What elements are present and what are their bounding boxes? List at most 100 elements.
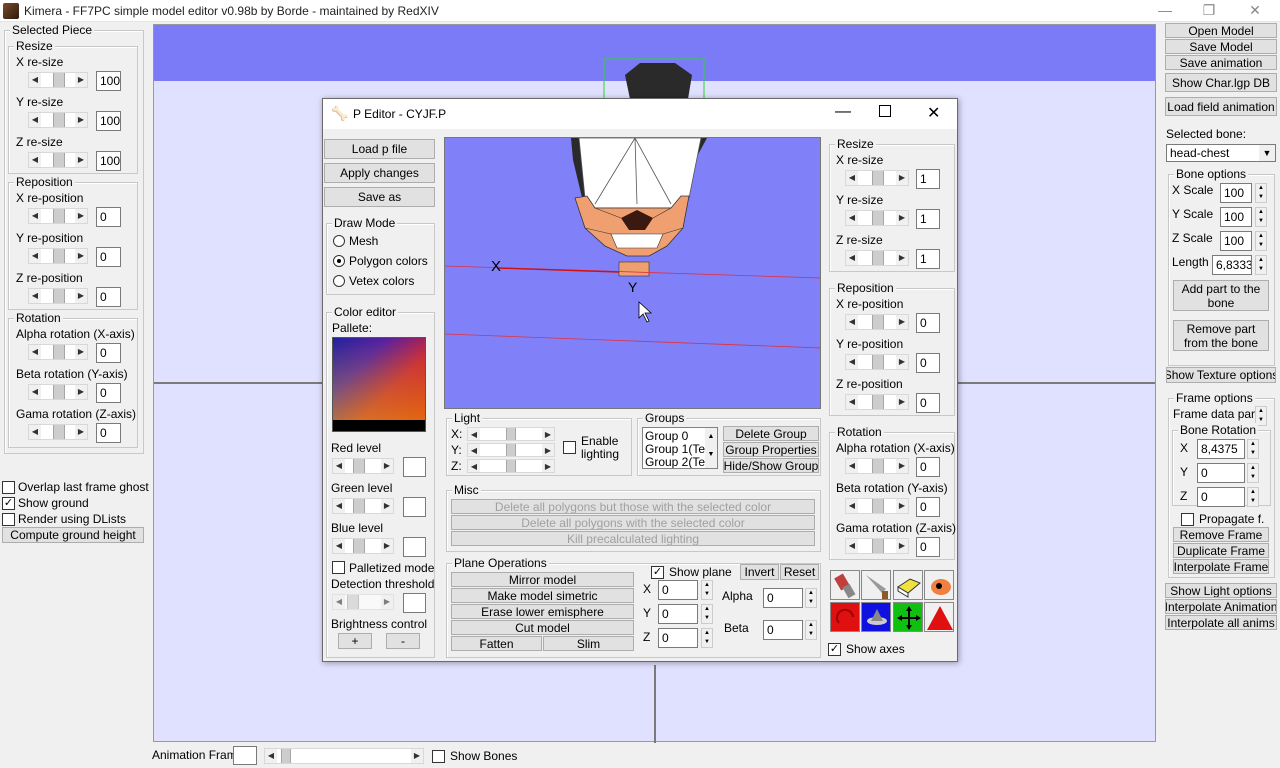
left-z-repos-slider[interactable]: ◀ ▶ — [28, 288, 88, 304]
hand-icon[interactable] — [924, 570, 954, 600]
p-editor-viewport[interactable]: X Y — [444, 137, 821, 409]
animation-frame-input[interactable] — [233, 746, 257, 765]
left-x-repos-slider[interactable]: ◀ ▶ — [28, 208, 88, 224]
p-editor-close-button[interactable]: ✕ — [927, 103, 940, 123]
left-y-resize-slider[interactable]: ◀ ▶ — [28, 112, 88, 128]
group-item-0[interactable]: Group 0 — [645, 429, 688, 443]
pe-z-repos-slider[interactable]: ◀ ▶ — [845, 394, 909, 410]
open-model-button[interactable]: Open Model — [1165, 23, 1277, 38]
left-y-repos-input[interactable]: 0 — [96, 247, 121, 267]
add-part-button[interactable]: Add part to the bone — [1173, 280, 1269, 311]
show-axes-checkbox[interactable]: ✓ — [828, 643, 841, 656]
light-z-slider[interactable]: ◀ ▶ — [467, 459, 555, 473]
pe-x-resize-input[interactable]: 1 — [916, 169, 940, 189]
pe-alpha-input[interactable]: 0 — [916, 457, 940, 477]
y-scale-spinner[interactable]: ▲ ▼ — [1255, 207, 1267, 227]
cut-model-button[interactable]: Cut model — [451, 620, 634, 635]
new-polygon-icon[interactable] — [924, 602, 954, 632]
palletized-checkbox[interactable] — [332, 561, 345, 574]
z-scale-spinner[interactable]: ▲ ▼ — [1255, 231, 1267, 251]
rot-y-input[interactable]: 0 — [1197, 463, 1245, 483]
light-y-slider[interactable]: ◀ ▶ — [467, 443, 555, 457]
show-char-db-button[interactable]: Show Char.lgp DB — [1165, 73, 1277, 92]
p-editor-maximize-button[interactable] — [879, 105, 891, 117]
polygon-colors-radio[interactable] — [333, 255, 345, 267]
detection-threshold-slider[interactable]: ◀ ▶ — [332, 594, 394, 610]
pe-gama-input[interactable]: 0 — [916, 537, 940, 557]
show-texture-options-button[interactable]: Show Texture options — [1166, 367, 1276, 383]
pe-z-repos-input[interactable]: 0 — [916, 393, 940, 413]
show-ground-checkbox[interactable]: ✓ — [2, 497, 15, 510]
save-model-button[interactable]: Save Model — [1165, 39, 1277, 54]
group-item-2[interactable]: Group 2(Te — [645, 455, 705, 468]
compute-ground-button[interactable]: Compute ground height — [2, 527, 144, 543]
length-input[interactable]: 6,83333 — [1212, 255, 1252, 275]
interpolate-frame-button[interactable]: Interpolate Frame — [1173, 559, 1269, 574]
pe-y-repos-slider[interactable]: ◀ ▶ — [845, 354, 909, 370]
left-z-resize-slider[interactable]: ◀ ▶ — [28, 152, 88, 168]
mirror-model-button[interactable]: Mirror model — [451, 572, 634, 587]
make-symmetric-button[interactable]: Make model simetric — [451, 588, 634, 603]
duplicate-frame-button[interactable]: Duplicate Frame — [1173, 543, 1269, 558]
interpolate-all-button[interactable]: Interpolate all anims — [1165, 615, 1277, 630]
red-level-slider[interactable]: ◀ ▶ — [332, 458, 394, 474]
plane-y-spinner[interactable]: ▲ ▼ — [701, 604, 713, 624]
hide-show-group-button[interactable]: Hide/Show Group — [723, 458, 819, 473]
pe-x-resize-slider[interactable]: ◀ ▶ — [845, 170, 909, 186]
left-beta-slider[interactable]: ◀ ▶ — [28, 384, 88, 400]
rot-z-input[interactable]: 0 — [1197, 487, 1245, 507]
length-spinner[interactable]: ▲ ▼ — [1255, 255, 1267, 275]
pe-alpha-slider[interactable]: ◀ ▶ — [845, 458, 909, 474]
minimize-button[interactable]: — — [1142, 0, 1188, 22]
show-bones-checkbox[interactable] — [432, 750, 445, 763]
maximize-button[interactable]: ❐ — [1186, 0, 1232, 22]
erase-lower-button[interactable]: Erase lower emisphere — [451, 604, 634, 619]
load-p-file-button[interactable]: Load p file — [324, 139, 435, 159]
pe-x-repos-input[interactable]: 0 — [916, 313, 940, 333]
delete-but-selected-button[interactable]: Delete all polygons but those with the s… — [451, 499, 815, 514]
paint-brush-icon[interactable] — [830, 570, 860, 600]
group-item-1[interactable]: Group 1(Te — [645, 442, 705, 456]
left-gama-slider[interactable]: ◀ ▶ — [28, 424, 88, 440]
left-gama-input[interactable]: 0 — [96, 423, 121, 443]
pe-y-resize-input[interactable]: 1 — [916, 209, 940, 229]
pan-icon[interactable] — [893, 602, 923, 632]
pe-y-resize-slider[interactable]: ◀ ▶ — [845, 210, 909, 226]
plane-alpha-spinner[interactable]: ▲ ▼ — [805, 588, 817, 608]
overlap-ghost-checkbox[interactable] — [2, 481, 15, 494]
zoom-icon[interactable] — [861, 602, 891, 632]
left-x-repos-input[interactable]: 0 — [96, 207, 121, 227]
vertex-colors-radio[interactable] — [333, 275, 345, 287]
light-x-slider[interactable]: ◀ ▶ — [467, 427, 555, 441]
detection-threshold-input[interactable] — [403, 593, 426, 613]
left-beta-input[interactable]: 0 — [96, 383, 121, 403]
brightness-plus-button[interactable]: + — [338, 633, 372, 649]
enable-lighting-checkbox[interactable] — [563, 441, 576, 454]
plane-x-spinner[interactable]: ▲ ▼ — [701, 580, 713, 600]
pe-gama-slider[interactable]: ◀ ▶ — [845, 538, 909, 554]
render-dlists-checkbox[interactable] — [2, 513, 15, 526]
remove-frame-button[interactable]: Remove Frame — [1173, 527, 1269, 542]
left-alpha-slider[interactable]: ◀ ▶ — [28, 344, 88, 360]
p-editor-minimize-button[interactable]: — — [835, 103, 851, 121]
pe-x-repos-slider[interactable]: ◀ ▶ — [845, 314, 909, 330]
save-as-button[interactable]: Save as — [324, 187, 435, 207]
left-x-resize-input[interactable]: 100 — [96, 71, 121, 91]
invert-button[interactable]: Invert — [740, 564, 779, 580]
pe-beta-slider[interactable]: ◀ ▶ — [845, 498, 909, 514]
propagate-checkbox[interactable] — [1181, 513, 1194, 526]
brightness-minus-button[interactable]: - — [386, 633, 420, 649]
green-level-input[interactable] — [403, 497, 426, 517]
plane-y-input[interactable]: 0 — [658, 604, 698, 624]
show-plane-checkbox[interactable]: ✓ — [651, 566, 664, 579]
fatten-button[interactable]: Fatten — [451, 636, 542, 651]
rot-x-spinner[interactable]: ▲ ▼ — [1247, 439, 1259, 459]
plane-alpha-input[interactable]: 0 — [763, 588, 803, 608]
blue-level-input[interactable] — [403, 537, 426, 557]
color-palette[interactable] — [332, 337, 426, 432]
remove-part-button[interactable]: Remove part from the bone — [1173, 320, 1269, 351]
plane-z-input[interactable]: 0 — [658, 628, 698, 648]
groups-list[interactable]: Group 0 Group 1(Te Group 2(Te ▲ ▼ — [642, 427, 718, 469]
left-y-resize-input[interactable]: 100 — [96, 111, 121, 131]
groups-list-scrollbar[interactable]: ▲ ▼ — [705, 428, 717, 468]
